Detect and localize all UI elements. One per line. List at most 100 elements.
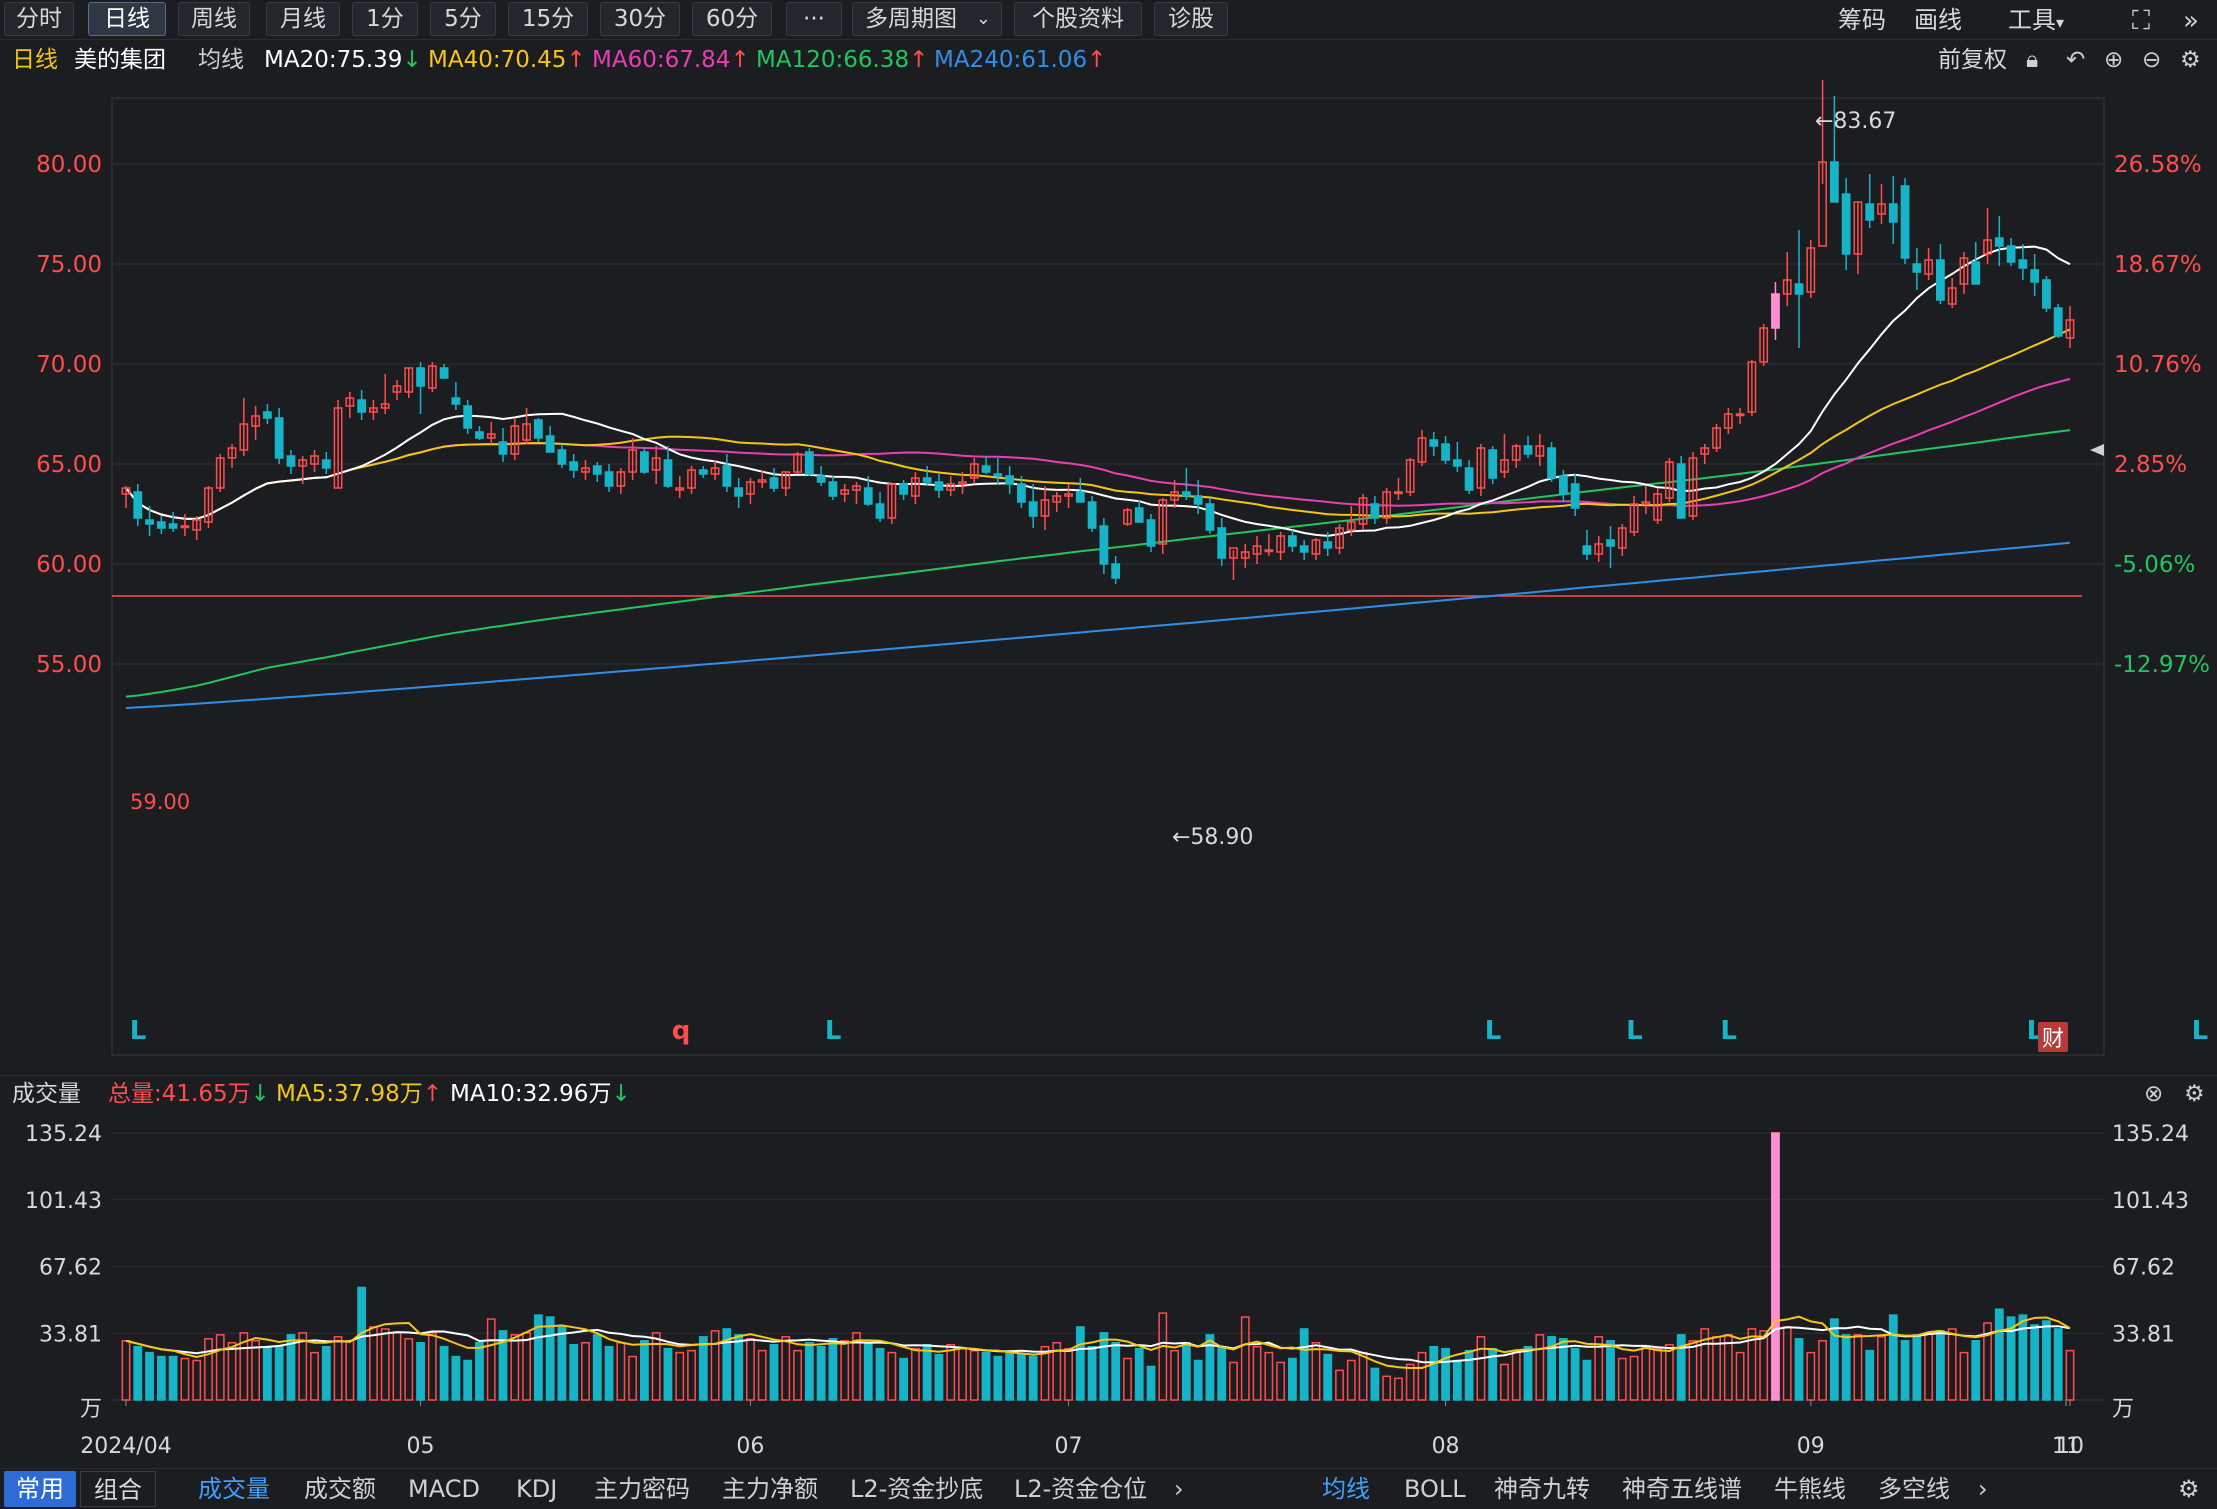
overlay-tab-magic-five[interactable]: 神奇五线谱 (1622, 1469, 1742, 1509)
chip-distribution-button[interactable]: 筹码 (1838, 4, 1886, 36)
candle-body (1771, 293, 1780, 329)
volume-tick-label: 67.62 (39, 1256, 102, 1281)
candlestick (639, 448, 649, 474)
volume-bar (1841, 1334, 1851, 1401)
candle-body (1205, 503, 1215, 531)
overlay-tab-long-short[interactable]: 多空线 (1878, 1469, 1950, 1509)
overlay-tab-boll[interactable]: BOLL (1404, 1469, 1466, 1509)
candle-body (1075, 491, 1085, 503)
lock-icon[interactable]: 🔒︎ (2026, 42, 2038, 78)
percent-tick-label: 2.85% (2114, 452, 2187, 478)
candle-body (168, 523, 178, 529)
overlay-tab-bull-bear[interactable]: 牛熊线 (1774, 1469, 1846, 1509)
tab-combo[interactable]: 组合 (80, 1471, 156, 1507)
settings-gear-icon[interactable]: ⚙ (2178, 1469, 2200, 1509)
volume-bar (262, 1345, 272, 1401)
volume-bar (451, 1355, 461, 1401)
diagnose-button[interactable]: 诊股 (1154, 2, 1228, 36)
more-periods-button[interactable]: ··· (786, 2, 842, 36)
candle-body (804, 451, 814, 475)
candle-body (828, 481, 838, 497)
fin-badge-text: 财 (2042, 1027, 2064, 1052)
price-chart-bg (0, 78, 2217, 1074)
support-price-label: 59.00 (130, 790, 190, 814)
volume-bar (1900, 1340, 1910, 1401)
volume-title[interactable]: 成交量 (12, 1076, 81, 1112)
candle-body (145, 519, 154, 525)
candle-body (993, 473, 1003, 477)
candle-body (1299, 545, 1309, 553)
stock-profile-button[interactable]: 个股资料 (1014, 2, 1142, 36)
candle-body (769, 477, 779, 489)
overlay-tab-ma[interactable]: 均线 (1322, 1469, 1370, 1509)
tab-5min[interactable]: 5分 (430, 2, 496, 36)
volume-bar (1217, 1345, 1227, 1401)
price-chart[interactable]: 80.00 75.00 70.00 65.00 60.00 55.00 26.58% 18.… (0, 78, 2217, 1074)
zoom-in-icon[interactable]: ⊕ (2104, 42, 2123, 78)
candle-body (2053, 307, 2063, 337)
caret-down-icon: ▾ (2056, 13, 2065, 32)
candle-body (1028, 501, 1038, 517)
tab-weekly[interactable]: 周线 (178, 2, 250, 36)
top-toolbar: 分时 日线 周线 月线 1分 5分 15分 30分 60分 ··· 多周期图 ⌄… (0, 0, 2217, 40)
candle-body (1017, 483, 1026, 503)
indicator-tab-kdj[interactable]: KDJ (516, 1469, 557, 1509)
tab-daily[interactable]: 日线 (88, 2, 166, 36)
tab-15min[interactable]: 15分 (508, 2, 588, 36)
indicator-tab-main-force-net[interactable]: 主力净额 (722, 1469, 818, 1509)
stock-name[interactable]: 美的集团 (74, 42, 166, 78)
indicator-tab-main-force-code[interactable]: 主力密码 (594, 1469, 690, 1509)
fullscreen-icon[interactable]: ⛶ (2128, 8, 2154, 34)
chevron-right-icon[interactable]: › (1978, 1469, 1988, 1509)
volume-bar (321, 1345, 331, 1401)
candle-body (698, 469, 708, 475)
chevron-right-icon[interactable]: › (1174, 1469, 1184, 1509)
signal-marker: L (825, 1016, 842, 1046)
volume-bar (439, 1345, 449, 1401)
volume-bar (1888, 1314, 1898, 1401)
tab-intraday[interactable]: 分时 (4, 2, 74, 36)
candle-body (1676, 463, 1686, 519)
candlestick (1146, 514, 1156, 552)
draw-line-button[interactable]: 画线 (1914, 4, 1962, 36)
indicator-tab-l2-position[interactable]: L2-资金仓位 (1014, 1469, 1147, 1509)
tab-1min[interactable]: 1分 (352, 2, 418, 36)
tools-menu[interactable]: 工具▾ (2008, 4, 2064, 39)
indicator-tab-macd[interactable]: MACD (408, 1469, 480, 1509)
volume-bar (1146, 1365, 1156, 1401)
tab-monthly[interactable]: 月线 (266, 2, 340, 36)
tab-common[interactable]: 常用 (4, 1471, 76, 1507)
adjust-mode-button[interactable]: 前复权 (1938, 42, 2007, 78)
multi-period-label: 多周期图 (865, 6, 957, 32)
double-chevron-right-icon[interactable]: » (2178, 8, 2204, 34)
settings-gear-icon[interactable]: ⚙ (2184, 1076, 2205, 1112)
financial-report-badge[interactable]: 财 (2038, 1022, 2068, 1052)
volume-bar (592, 1334, 602, 1401)
tab-60min[interactable]: 60分 (692, 2, 772, 36)
tab-30min[interactable]: 30分 (600, 2, 680, 36)
volume-bar (2042, 1320, 2051, 1401)
undo-icon[interactable]: ↶ (2066, 42, 2085, 78)
close-panel-icon[interactable]: ⊗ (2144, 1076, 2163, 1112)
percent-tick-label: -5.06% (2114, 552, 2195, 578)
volume-chart[interactable]: 135.24 101.43 67.62 33.81 135.24 101.43 67.62… (0, 1111, 2217, 1468)
volume-bar (1134, 1347, 1144, 1401)
candlestick (1676, 456, 1686, 519)
overlay-tab-magic-nine[interactable]: 神奇九转 (1494, 1469, 1590, 1509)
indicator-tab-l2-bottom[interactable]: L2-资金抄底 (850, 1469, 983, 1509)
ma-label[interactable]: 均线 (198, 42, 244, 78)
indicator-tab-volume[interactable]: 成交量 (198, 1469, 270, 1509)
volume-bar (569, 1343, 579, 1401)
date-tick-label: 06 (736, 1434, 764, 1459)
settings-gear-icon[interactable]: ⚙ (2180, 42, 2201, 78)
candle-body (533, 419, 543, 439)
candle-body (2006, 245, 2016, 263)
multi-period-dropdown[interactable]: 多周期图 ⌄ (852, 2, 1002, 36)
candle-body (1488, 449, 1498, 479)
candle-body (875, 503, 885, 519)
volume-bar (463, 1359, 473, 1401)
candle-body (463, 405, 473, 429)
indicator-tab-bar: 常用 组合 成交量 成交额 MACD KDJ 主力密码 主力净额 L2-资金抄底… (0, 1468, 2217, 1509)
indicator-tab-turnover[interactable]: 成交额 (304, 1469, 376, 1509)
zoom-out-icon[interactable]: ⊖ (2142, 42, 2161, 78)
